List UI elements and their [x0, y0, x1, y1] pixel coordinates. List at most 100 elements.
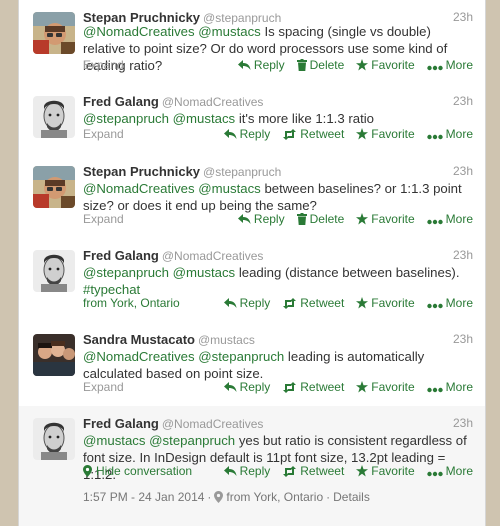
- expand-link[interactable]: Expand: [83, 212, 124, 226]
- avatar[interactable]: [33, 418, 75, 460]
- mention-link[interactable]: @stepanpruch: [149, 433, 235, 448]
- reply-label[interactable]: Reply: [240, 380, 271, 394]
- favorite-label[interactable]: Favorite: [371, 296, 414, 310]
- reply-label[interactable]: Reply: [240, 127, 271, 141]
- avatar[interactable]: [33, 166, 75, 208]
- avatar[interactable]: [33, 12, 75, 54]
- reply-button[interactable]: Reply: [223, 127, 271, 141]
- reply-button[interactable]: Reply: [237, 212, 285, 226]
- tweet-item[interactable]: Sandra Mustacato @mustacs 23h @NomadCreativ…: [19, 322, 485, 407]
- tweet-time[interactable]: 23h: [453, 164, 473, 178]
- author-name[interactable]: Fred Galang: [83, 416, 159, 431]
- retweet-label[interactable]: Retweet: [300, 296, 344, 310]
- more-button[interactable]: More: [426, 296, 473, 310]
- author-handle[interactable]: @NomadCreatives: [162, 249, 264, 263]
- mention-link[interactable]: @mustacs: [83, 433, 146, 448]
- favorite-button[interactable]: Favorite: [356, 127, 415, 141]
- tweet-item[interactable]: Fred Galang @NomadCreatives 23h @stepanpruc…: [19, 84, 485, 155]
- reply-button[interactable]: Reply: [223, 464, 271, 478]
- more-button[interactable]: More: [426, 127, 473, 141]
- tweet-time[interactable]: 23h: [453, 94, 473, 108]
- retweet-button[interactable]: Retweet: [282, 296, 344, 310]
- tweet-time[interactable]: 23h: [453, 332, 473, 346]
- more-label[interactable]: More: [446, 127, 473, 141]
- mention-link[interactable]: @stepanpruch: [83, 111, 169, 126]
- more-label[interactable]: More: [446, 380, 473, 394]
- mention-link[interactable]: @NomadCreatives: [83, 181, 195, 196]
- reply-button[interactable]: Reply: [223, 380, 271, 394]
- favorite-button[interactable]: Favorite: [356, 296, 415, 310]
- author-name[interactable]: Fred Galang: [83, 94, 159, 109]
- expand-link[interactable]: Expand: [83, 127, 124, 141]
- tweet-item[interactable]: Stepan Pruchnicky @stepanpruch 23h @NomadCr…: [19, 0, 485, 85]
- favorite-label[interactable]: Favorite: [371, 212, 414, 226]
- delete-label[interactable]: Delete: [310, 58, 345, 72]
- mention-link[interactable]: @stepanpruch: [83, 265, 169, 280]
- reply-label[interactable]: Reply: [254, 212, 285, 226]
- more-button[interactable]: More: [426, 212, 473, 226]
- tweet-time[interactable]: 23h: [453, 248, 473, 262]
- author-name[interactable]: Stepan Pruchnicky: [83, 164, 200, 179]
- favorite-label[interactable]: Favorite: [371, 464, 414, 478]
- hide-conversation-link[interactable]: Hide conversation: [83, 464, 192, 478]
- hide-conversation-label[interactable]: Hide conversation: [96, 464, 192, 478]
- tweet-header: Stepan Pruchnicky @stepanpruch 23h: [83, 163, 473, 181]
- favorite-label[interactable]: Favorite: [371, 380, 414, 394]
- favorite-button[interactable]: Favorite: [356, 58, 415, 72]
- more-button[interactable]: More: [426, 464, 473, 478]
- retweet-button[interactable]: Retweet: [282, 464, 344, 478]
- more-button[interactable]: More: [426, 58, 473, 72]
- tweet-time[interactable]: 23h: [453, 416, 473, 430]
- expand-link[interactable]: Expand: [83, 380, 124, 394]
- more-label[interactable]: More: [446, 464, 473, 478]
- more-label[interactable]: More: [446, 296, 473, 310]
- location-link[interactable]: from York, Ontario: [226, 490, 323, 504]
- reply-button[interactable]: Reply: [237, 58, 285, 72]
- mention-link[interactable]: #typechat: [83, 282, 140, 297]
- tweet-item[interactable]: Stepan Pruchnicky @stepanpruch 23h @NomadCr…: [19, 154, 485, 239]
- tweet-item[interactable]: Fred Galang @NomadCreatives 23h @mustacs @s…: [19, 406, 485, 526]
- delete-button[interactable]: Delete: [296, 212, 345, 226]
- tweet-time[interactable]: 23h: [453, 10, 473, 24]
- avatar[interactable]: [33, 96, 75, 138]
- more-label[interactable]: More: [446, 212, 473, 226]
- retweet-button[interactable]: Retweet: [282, 127, 344, 141]
- mention-link[interactable]: @mustacs: [198, 24, 261, 39]
- delete-button[interactable]: Delete: [296, 58, 345, 72]
- delete-label[interactable]: Delete: [310, 212, 345, 226]
- mention-link[interactable]: @mustacs: [198, 181, 261, 196]
- retweet-label[interactable]: Retweet: [300, 380, 344, 394]
- avatar[interactable]: [33, 250, 75, 292]
- full-timestamp[interactable]: 1:57 PM - 24 Jan 2014: [83, 490, 204, 504]
- mention-link[interactable]: @mustacs: [173, 265, 236, 280]
- favorite-button[interactable]: Favorite: [356, 212, 415, 226]
- retweet-label[interactable]: Retweet: [300, 127, 344, 141]
- retweet-label[interactable]: Retweet: [300, 464, 344, 478]
- reply-label[interactable]: Reply: [254, 58, 285, 72]
- mention-link[interactable]: @NomadCreatives: [83, 349, 195, 364]
- retweet-button[interactable]: Retweet: [282, 380, 344, 394]
- author-name[interactable]: Sandra Mustacato: [83, 332, 195, 347]
- author-handle[interactable]: @NomadCreatives: [162, 417, 264, 431]
- reply-button[interactable]: Reply: [223, 296, 271, 310]
- mention-link[interactable]: @mustacs: [173, 111, 236, 126]
- mention-link[interactable]: @stepanpruch: [198, 349, 284, 364]
- author-handle[interactable]: @stepanpruch: [203, 165, 281, 179]
- favorite-label[interactable]: Favorite: [371, 58, 414, 72]
- author-name[interactable]: Fred Galang: [83, 248, 159, 263]
- expand-link[interactable]: Expand: [83, 58, 124, 72]
- tweet-item[interactable]: Fred Galang @NomadCreatives 23h @stepanpruc…: [19, 238, 485, 323]
- location-link[interactable]: from York, Ontario: [83, 296, 180, 310]
- avatar[interactable]: [33, 334, 75, 376]
- more-button[interactable]: More: [426, 380, 473, 394]
- more-label[interactable]: More: [446, 58, 473, 72]
- reply-label[interactable]: Reply: [240, 464, 271, 478]
- favorite-label[interactable]: Favorite: [371, 127, 414, 141]
- favorite-button[interactable]: Favorite: [356, 464, 415, 478]
- favorite-button[interactable]: Favorite: [356, 380, 415, 394]
- mention-link[interactable]: @NomadCreatives: [83, 24, 195, 39]
- author-handle[interactable]: @NomadCreatives: [162, 95, 264, 109]
- author-handle[interactable]: @mustacs: [198, 333, 255, 347]
- details-link[interactable]: Details: [333, 490, 370, 504]
- reply-label[interactable]: Reply: [240, 296, 271, 310]
